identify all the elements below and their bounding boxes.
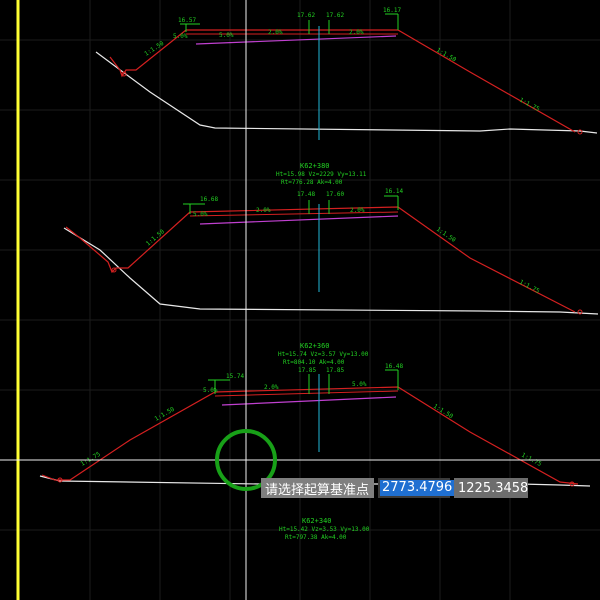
crossfall-label: 2.0% xyxy=(256,207,271,214)
width-label: 16.14 xyxy=(385,188,403,195)
crossfall-label: 2.0% xyxy=(264,384,279,391)
crossfall-label: 2.0% xyxy=(349,29,364,36)
model-space: 1:1.50 1:1.75 1:1.50 16.57 17.62 17.62 1… xyxy=(0,0,600,600)
cross-section-4-title: K62+340 Ht=15.42 Vz=3.53 Vy=13.00 Rt=797… xyxy=(279,517,370,541)
cross-section-2: K62+380 Ht=15.98 Vz=2229 Vy=13.11 Rt=776… xyxy=(63,162,599,315)
slope-label: 1:1.50 xyxy=(432,403,454,421)
width-label: 16.68 xyxy=(200,196,218,203)
crossfall-label: 5.0% xyxy=(203,387,218,394)
crossfall-label: 2.0% xyxy=(268,29,283,36)
y-coordinate-input[interactable]: 1225.3458 xyxy=(454,478,528,498)
ground-line-2 xyxy=(63,227,599,315)
section-info-line: Rt=776.28 Ak=4.00 xyxy=(281,179,343,186)
section-info-line: Rt=797.38 Ak=4.00 xyxy=(285,534,347,541)
slope-label: 1:1.75 xyxy=(518,97,541,114)
section-info-line: Rt=804.10 Ak=4.00 xyxy=(283,359,345,366)
section-info-line: Ht=15.74 Vz=3.57 Vy=13.00 xyxy=(278,351,369,358)
design-line-1 xyxy=(109,29,576,133)
width-label: 16.48 xyxy=(385,363,403,370)
cad-drawing-canvas[interactable]: 1:1.50 1:1.75 1:1.50 16.57 17.62 17.62 1… xyxy=(0,0,600,600)
design-line-2 xyxy=(65,206,576,313)
cross-section-3: K62+360 Ht=15.74 Vz=3.57 Vy=13.00 Rt=804… xyxy=(39,342,591,487)
command-prompt: 请选择起算基准点 xyxy=(261,478,374,498)
slope-label: 1:1.75 xyxy=(518,279,541,296)
slope-label: 1:1.75 xyxy=(80,451,103,468)
width-label: 17.60 xyxy=(326,191,344,198)
x-coordinate-input[interactable]: 2773.4796 xyxy=(378,478,455,498)
crossfall-label: 5.0% xyxy=(219,32,234,39)
width-label: 17.48 xyxy=(297,191,315,198)
cross-section-1: 1:1.50 1:1.75 1:1.50 16.57 17.62 17.62 1… xyxy=(95,7,598,140)
slope-label: 1:1.50 xyxy=(145,228,166,248)
station-label: K62+380 xyxy=(300,162,330,170)
ground-line-1 xyxy=(95,51,598,134)
section-info-line: Ht=15.42 Vz=3.53 Vy=13.00 xyxy=(279,526,370,533)
x-coordinate-value: 2773.4796 xyxy=(380,480,455,496)
crossfall-label: 5.0% xyxy=(352,381,367,388)
crossfall-label: 5.0% xyxy=(193,211,208,218)
crossfall-label: 2.0% xyxy=(350,207,365,214)
background-grid xyxy=(0,0,600,600)
width-label: 15.74 xyxy=(226,373,244,380)
width-label: 17.62 xyxy=(326,12,344,19)
width-label: 17.85 xyxy=(298,367,316,374)
width-label: 17.62 xyxy=(297,12,315,19)
crossfall-label: 5.0% xyxy=(173,33,188,40)
station-label: K62+360 xyxy=(300,342,330,350)
slope-label: 1:1.50 xyxy=(435,47,458,64)
station-label: K62+340 xyxy=(302,517,332,525)
width-label: 16.17 xyxy=(383,7,401,14)
section-info-line: Ht=15.98 Vz=2229 Vy=13.11 xyxy=(276,171,367,178)
width-label: 17.85 xyxy=(326,367,344,374)
width-label: 16.57 xyxy=(178,17,196,24)
